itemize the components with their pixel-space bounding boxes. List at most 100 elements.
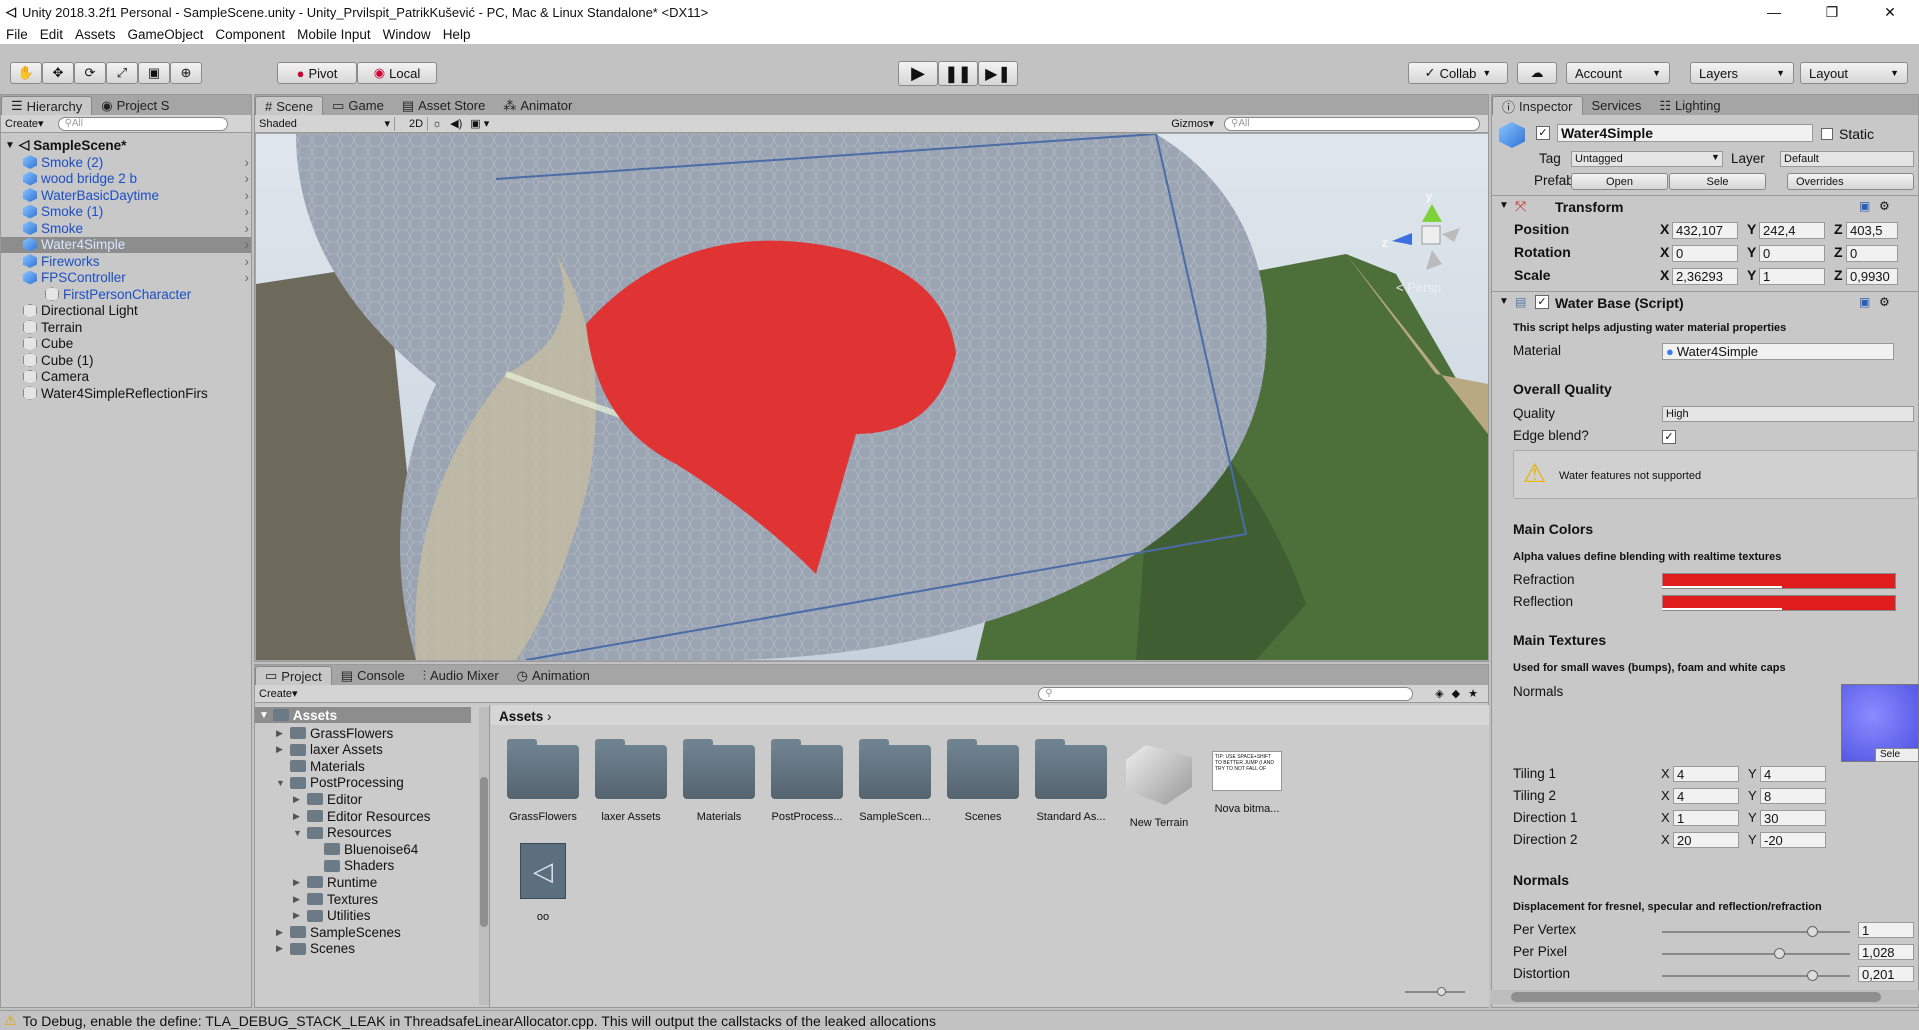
menu-file[interactable]: File <box>6 27 28 42</box>
asset-item[interactable]: TIP: USE SPACE+SHIFT TO BETTER JUMP (I A… <box>1203 745 1291 815</box>
layers-dropdown[interactable]: Layers ▼ <box>1690 62 1794 84</box>
hierarchy-item[interactable]: Water4SimpleReflectionFirs <box>1 385 251 401</box>
hierarchy-item[interactable]: wood bridge 2 b › <box>1 171 251 187</box>
settings-icon[interactable]: ⚙ <box>1879 295 1890 309</box>
active-checkbox[interactable]: ✓ <box>1536 126 1550 140</box>
texture-tiling2-y-field[interactable]: 8 <box>1760 788 1826 804</box>
asset-item[interactable]: GrassFlowers <box>499 739 587 823</box>
prefab-open-arrow-icon[interactable]: › <box>245 188 250 203</box>
help-icon[interactable]: ▣ <box>1859 295 1870 309</box>
hierarchy-item[interactable]: Directional Light <box>1 303 251 319</box>
prefab-open-arrow-icon[interactable]: › <box>245 171 250 186</box>
zoom-slider[interactable] <box>1405 987 1465 996</box>
tab-console[interactable]: ▤ Console <box>332 666 414 685</box>
pause-button[interactable]: ❚❚ <box>938 61 978 86</box>
2d-toggle[interactable]: 2D <box>405 116 429 131</box>
distortion-value-field[interactable]: 0,201 <box>1858 966 1914 982</box>
tree-folder-item[interactable]: ▼ Resources <box>293 825 392 841</box>
tree-scroll-thumb[interactable] <box>480 777 488 927</box>
expand-arrow-icon[interactable]: ▶ <box>276 927 290 938</box>
inspector-hscroll-thumb[interactable] <box>1511 992 1881 1002</box>
tab-inspector[interactable]: ⓘ Inspector <box>1492 96 1583 115</box>
transform-rotation-y-field[interactable]: 0 <box>1759 245 1825 262</box>
transform-tool-icon[interactable]: ⊕ <box>170 62 202 84</box>
quality-dropdown[interactable]: High <box>1662 406 1914 422</box>
hierarchy-item[interactable]: Cube (1) <box>1 352 251 368</box>
scene-viewport[interactable]: y z < Persp <box>256 134 1488 660</box>
tab-animation[interactable]: ◷ Animation <box>508 666 599 685</box>
transform-position-y-field[interactable]: 242,4 <box>1759 222 1825 239</box>
asset-item[interactable]: SampleScen... <box>851 739 939 823</box>
tree-folder-item[interactable]: ▶ GrassFlowers <box>276 725 393 741</box>
cloud-button[interactable]: ☁ <box>1517 62 1557 84</box>
asset-item[interactable]: Materials <box>675 739 763 823</box>
local-button[interactable]: ◉ Local <box>357 62 437 84</box>
step-button[interactable]: ▶❚ <box>978 61 1018 86</box>
tree-folder-item[interactable]: ▶ Utilities <box>293 908 371 924</box>
prefab-overrides-dropdown[interactable]: Overrides <box>1787 173 1914 190</box>
breadcrumb-assets[interactable]: Assets <box>499 709 543 724</box>
account-dropdown[interactable]: Account ▼ <box>1566 62 1670 84</box>
hierarchy-item[interactable]: ▶Terrain <box>1 319 251 335</box>
audio-toggle-icon[interactable]: ◀) <box>446 117 466 131</box>
tree-scrollbar[interactable] <box>479 707 489 1005</box>
help-icon[interactable]: ▣ <box>1859 199 1870 213</box>
rect-tool-icon[interactable]: ▣ <box>138 62 170 84</box>
transform-scale-z-field[interactable]: 0,9930 <box>1846 268 1898 285</box>
texture-tiling1-y-field[interactable]: 4 <box>1760 766 1826 782</box>
expand-arrow-icon[interactable]: ▶ <box>293 811 307 822</box>
water-base-enabled-checkbox[interactable]: ✓ <box>1535 295 1549 309</box>
close-button[interactable]: ✕ <box>1861 0 1919 24</box>
texture-tiling1-x-field[interactable]: 4 <box>1673 766 1739 782</box>
menu-component[interactable]: Component <box>215 27 285 42</box>
expand-arrow-icon[interactable]: ▶ <box>276 744 290 755</box>
tree-folder-item[interactable]: Bluenoise64 <box>310 841 418 857</box>
tree-folder-item[interactable]: ▶ Editor <box>293 791 362 807</box>
prefab-open-arrow-icon[interactable]: › <box>245 155 250 170</box>
tree-folder-item[interactable]: ▶ laxer Assets <box>276 742 383 758</box>
maximize-button[interactable]: ❐ <box>1803 0 1861 24</box>
prefab-open-arrow-icon[interactable]: › <box>245 237 250 252</box>
tab-hierarchy[interactable]: ☰ Hierarchy <box>1 96 93 115</box>
distortion-slider-knob[interactable] <box>1807 970 1818 981</box>
asset-item[interactable]: New Terrain <box>1115 745 1203 829</box>
collapse-arrow-icon[interactable]: ▼ <box>1499 296 1509 307</box>
prefab-select-button[interactable]: Sele <box>1669 173 1766 190</box>
per-pixel-slider[interactable] <box>1662 953 1850 955</box>
per-vertex-slider[interactable] <box>1662 931 1850 933</box>
menu-assets[interactable]: Assets <box>75 27 116 42</box>
prefab-open-arrow-icon[interactable]: › <box>245 270 250 285</box>
tree-folder-item[interactable]: ▶ Textures <box>293 891 378 907</box>
pivot-button[interactable]: ● Pivot <box>277 62 357 84</box>
scene-search-input[interactable]: ⚲ All <box>1224 116 1480 131</box>
tree-folder-item[interactable]: ▶ Editor Resources <box>293 808 431 824</box>
hierarchy-item[interactable]: WaterBasicDaytime › <box>1 187 251 203</box>
expand-arrow-icon[interactable]: ▶ <box>293 894 307 905</box>
transform-position-z-field[interactable]: 403,5 <box>1846 222 1898 239</box>
transform-position-x-field[interactable]: 432,107 <box>1672 222 1738 239</box>
texture-direction2-x-field[interactable]: 20 <box>1673 832 1739 848</box>
per-pixel-value-field[interactable]: 1,028 <box>1858 944 1914 960</box>
per-vertex-slider-knob[interactable] <box>1807 926 1818 937</box>
collapse-arrow-icon[interactable]: ▼ <box>1499 200 1509 211</box>
scene-root[interactable]: ▼ ◁ SampleScene* <box>5 137 255 153</box>
expand-arrow-icon[interactable]: ▼ <box>293 828 307 838</box>
layer-dropdown[interactable]: Default <box>1780 151 1914 167</box>
expand-arrow-icon[interactable]: ▼ <box>276 778 290 788</box>
expand-arrow-icon[interactable]: ▶ <box>293 910 307 921</box>
tab-services[interactable]: Services <box>1583 96 1651 115</box>
texture-direction1-y-field[interactable]: 30 <box>1760 810 1826 826</box>
tab-asset-store[interactable]: ▤ Asset Store <box>393 96 495 115</box>
persp-label[interactable]: < Persp <box>1396 280 1441 295</box>
asset-item[interactable]: laxer Assets <box>587 739 675 823</box>
move-tool-icon[interactable]: ✥ <box>42 62 74 84</box>
hierarchy-item[interactable]: Cube <box>1 336 251 352</box>
tab-audio-mixer[interactable]: ⫶ Audio Mixer <box>414 666 508 685</box>
prefab-open-arrow-icon[interactable]: › <box>245 254 250 269</box>
hierarchy-item[interactable]: ▶Fireworks› <box>1 253 251 269</box>
hierarchy-search-input[interactable]: ⚲ All <box>57 116 228 131</box>
distortion-slider[interactable] <box>1662 975 1850 977</box>
tab-animator[interactable]: ⁂ Animator <box>494 96 581 115</box>
minimize-button[interactable]: — <box>1745 0 1803 24</box>
tree-folder-item[interactable]: ▶ Scenes <box>276 941 355 957</box>
